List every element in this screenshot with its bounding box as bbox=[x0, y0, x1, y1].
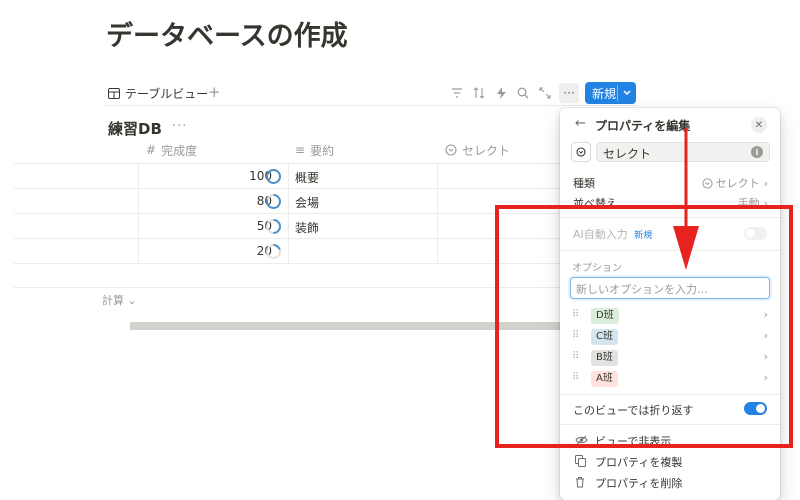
table-bottom-border bbox=[14, 287, 560, 288]
summary-cell[interactable]: 会場 bbox=[295, 194, 319, 211]
column-header-summary[interactable]: ≡ 要約 bbox=[295, 138, 334, 162]
select-type-icon[interactable] bbox=[571, 142, 591, 162]
column-header-select[interactable]: セレクト bbox=[445, 138, 510, 162]
new-row-area[interactable] bbox=[14, 263, 560, 287]
summary-cell[interactable]: 概要 bbox=[295, 169, 319, 186]
new-button[interactable]: 新規 bbox=[585, 82, 636, 104]
progress-ring-icon bbox=[266, 244, 281, 259]
text-lines-icon: ≡ bbox=[295, 143, 306, 157]
page-title: データベースの作成 bbox=[106, 21, 348, 52]
info-icon[interactable]: i bbox=[751, 146, 763, 158]
panel-title: プロパティを編集 bbox=[595, 119, 691, 133]
close-icon[interactable]: ✕ bbox=[751, 117, 767, 133]
database-more-icon[interactable]: ··· bbox=[172, 119, 187, 134]
table-row[interactable]: 50 装飾 bbox=[14, 213, 560, 238]
back-arrow-icon[interactable]: ← bbox=[575, 116, 586, 131]
type-label: 種類 bbox=[573, 177, 595, 190]
button-divider bbox=[617, 85, 618, 101]
trash-icon bbox=[575, 476, 589, 491]
column-label: 完成度 bbox=[161, 143, 198, 158]
duplicate-label: プロパティを複製 bbox=[595, 456, 683, 469]
view-toolbar: テーブルビュー + ··· 新規 bbox=[104, 82, 638, 106]
progress-ring-icon bbox=[266, 169, 281, 184]
duplicate-property-button[interactable]: プロパティを複製 bbox=[575, 454, 682, 470]
summary-cell[interactable]: 装飾 bbox=[295, 219, 319, 236]
table-row[interactable]: 80 会場 bbox=[14, 188, 560, 213]
progress-ring-icon bbox=[266, 194, 281, 209]
number-icon: # bbox=[146, 143, 157, 157]
table-row[interactable]: 20 bbox=[14, 238, 560, 263]
copy-icon bbox=[575, 454, 589, 470]
delete-label: プロパティを削除 bbox=[595, 477, 683, 490]
table-row[interactable]: 100 概要 bbox=[14, 163, 560, 188]
add-view-button[interactable]: + bbox=[208, 83, 221, 101]
progress-ring-icon bbox=[266, 219, 281, 234]
red-highlight-box bbox=[495, 205, 793, 448]
expand-icon[interactable] bbox=[537, 85, 553, 101]
search-icon[interactable] bbox=[515, 85, 531, 101]
tab-table-view[interactable]: テーブルビュー bbox=[108, 85, 208, 102]
column-header-progress[interactable]: # 完成度 bbox=[146, 138, 197, 162]
select-icon bbox=[702, 177, 713, 189]
tab-label: テーブルビュー bbox=[125, 87, 209, 101]
column-label: 要約 bbox=[310, 143, 335, 158]
property-name-value: セレクト bbox=[603, 147, 652, 161]
delete-property-button[interactable]: プロパティを削除 bbox=[575, 475, 682, 491]
type-row[interactable]: 種類 セレクト › bbox=[573, 175, 768, 193]
table-icon bbox=[108, 88, 120, 99]
lightning-icon[interactable] bbox=[493, 85, 509, 101]
new-button-label: 新規 bbox=[592, 86, 617, 101]
chevron-right-icon: › bbox=[763, 176, 768, 190]
type-value-text: セレクト bbox=[715, 177, 760, 190]
property-name-input[interactable]: セレクト i bbox=[596, 142, 770, 162]
calculate-dropdown[interactable]: 計算 ⌄ bbox=[102, 292, 137, 308]
database-title[interactable]: 練習DB bbox=[108, 118, 162, 139]
filter-icon[interactable] bbox=[449, 85, 465, 101]
type-value: セレクト › bbox=[702, 175, 768, 191]
more-options-icon[interactable]: ··· bbox=[559, 83, 579, 103]
column-label: セレクト bbox=[462, 143, 511, 158]
chevron-down-icon[interactable] bbox=[622, 86, 632, 100]
select-icon bbox=[445, 144, 457, 156]
sort-icon[interactable] bbox=[471, 85, 487, 101]
